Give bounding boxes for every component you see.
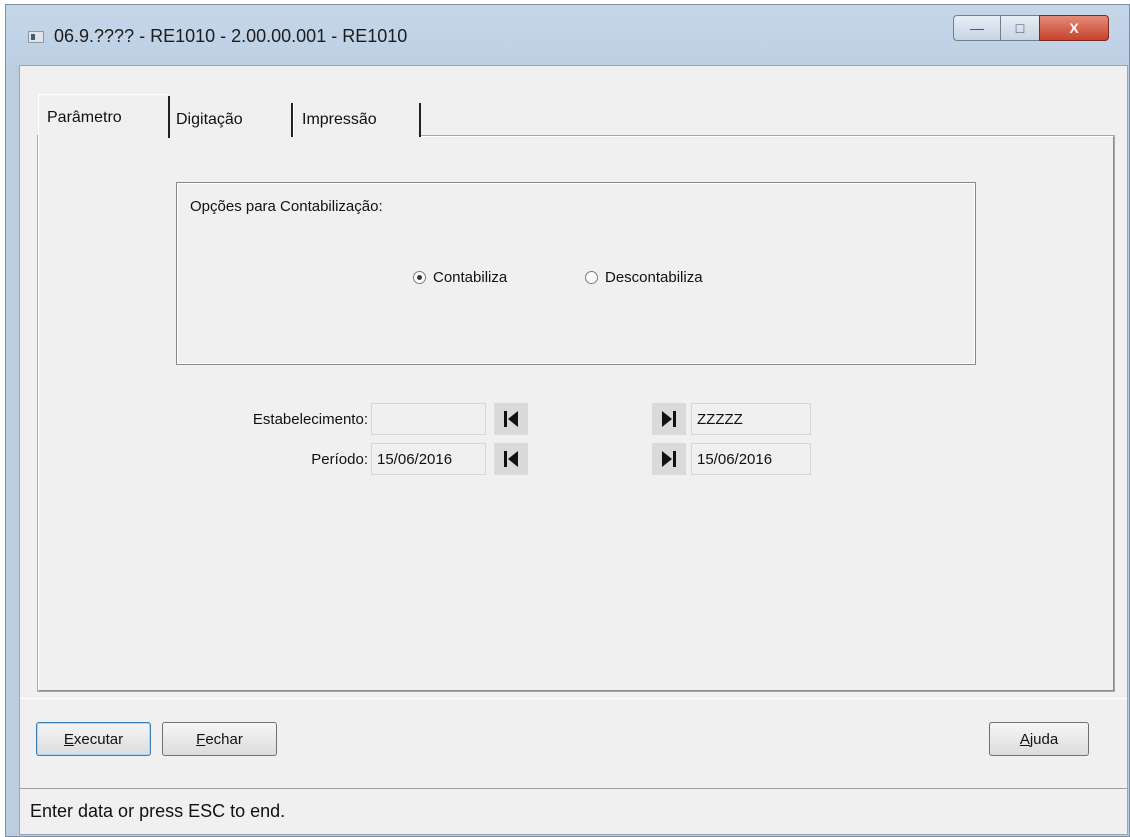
radio-descontabiliza[interactable]: Descontabiliza	[585, 269, 703, 286]
skip-to-first-icon	[504, 451, 518, 467]
ajuda-accelerator: A	[1019, 730, 1030, 748]
radio-contabiliza-label: Contabiliza	[433, 269, 508, 286]
fechar-accelerator: F	[196, 730, 206, 748]
periodo-last-button[interactable]	[652, 443, 686, 475]
fechar-button[interactable]: Fechar	[162, 722, 277, 756]
fechar-label: echar	[205, 730, 243, 748]
tab-parametro[interactable]: Parâmetro	[38, 94, 168, 140]
button-bar-separator	[20, 698, 1127, 699]
executar-button[interactable]: Executar	[36, 722, 151, 756]
app-window: 06.9.???? - RE1010 - 2.00.00.001 - RE101…	[5, 4, 1130, 837]
periodo-to-input[interactable]: 15/06/2016	[691, 443, 811, 475]
estabelecimento-to-input[interactable]: ZZZZZ	[691, 403, 811, 435]
ajuda-button[interactable]: Ajuda	[989, 722, 1089, 756]
window-controls: — □ X	[953, 15, 1127, 45]
ajuda-label: juda	[1029, 730, 1059, 748]
radio-descontabiliza-label: Descontabiliza	[605, 269, 703, 286]
status-bar: Enter data or press ESC to end.	[20, 788, 1127, 834]
minimize-icon: —	[970, 20, 984, 36]
periodo-first-button[interactable]	[494, 443, 528, 475]
dialog-client-area: Parâmetro Digitação Impressão Opções par…	[19, 65, 1128, 835]
close-icon: X	[1069, 20, 1079, 36]
estabelecimento-last-button[interactable]	[652, 403, 686, 435]
close-button[interactable]: X	[1039, 15, 1109, 41]
tab-impressao[interactable]: Impressão	[293, 103, 421, 137]
radio-contabiliza[interactable]: Contabiliza	[413, 269, 507, 286]
tab-digitacao[interactable]: Digitação	[167, 103, 293, 137]
tab-divider	[168, 96, 170, 138]
periodo-from-input[interactable]: 15/06/2016	[371, 443, 486, 475]
radio-selected-icon	[413, 271, 426, 284]
tab-parametro-label: Parâmetro	[47, 108, 122, 126]
periodo-label: Período:	[311, 451, 368, 468]
radio-unselected-icon	[585, 271, 598, 284]
executar-label: xecutar	[73, 730, 124, 748]
tab-impressao-label: Impressão	[302, 111, 377, 128]
maximize-icon: □	[1015, 20, 1025, 36]
skip-to-last-icon	[662, 451, 676, 467]
executar-accelerator: E	[63, 730, 74, 748]
app-icon	[28, 31, 44, 43]
window-title: 06.9.???? - RE1010 - 2.00.00.001 - RE101…	[54, 26, 408, 46]
contabilizacao-group-label: Opções para Contabilização:	[190, 198, 383, 215]
skip-to-first-icon	[504, 411, 518, 427]
estabelecimento-label: Estabelecimento:	[252, 411, 368, 428]
estabelecimento-first-button[interactable]	[494, 403, 528, 435]
title-bar: 06.9.???? - RE1010 - 2.00.00.001 - RE101…	[6, 5, 1129, 65]
minimize-button[interactable]: —	[953, 15, 1001, 41]
maximize-button[interactable]: □	[1000, 15, 1040, 41]
estabelecimento-from-input[interactable]	[371, 403, 486, 435]
tab-digitacao-label: Digitação	[176, 111, 243, 128]
skip-to-last-icon	[662, 411, 676, 427]
